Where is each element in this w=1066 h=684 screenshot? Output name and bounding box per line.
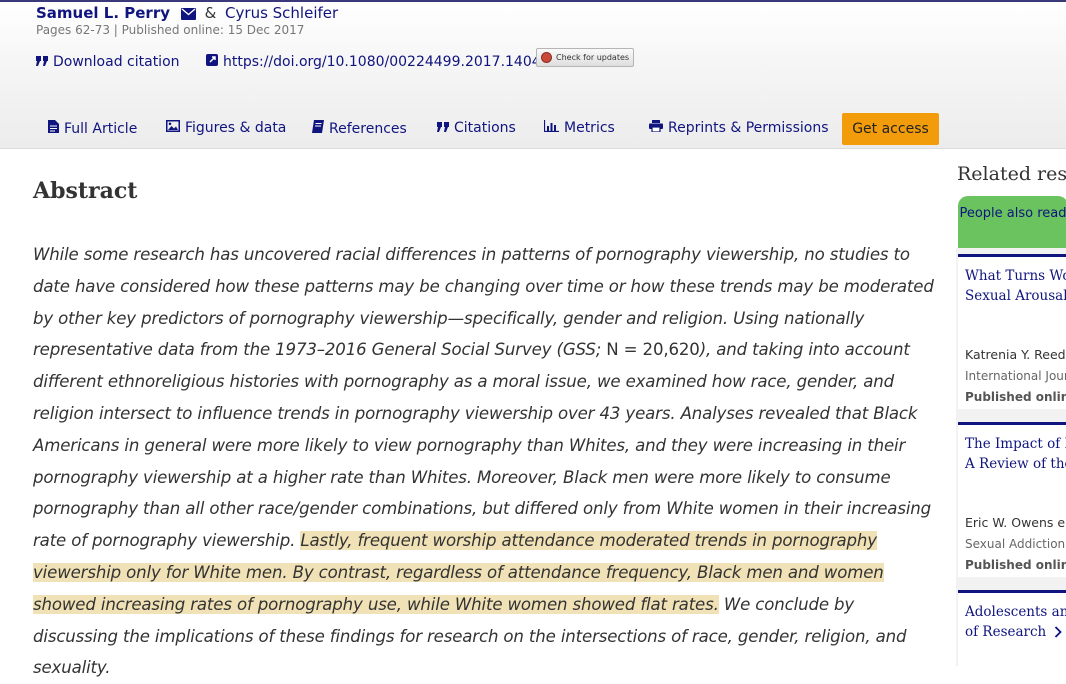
- tab-full-article[interactable]: Full Article: [48, 120, 137, 137]
- tab-references[interactable]: References: [312, 120, 407, 137]
- abstract-body: While some research has uncovered racial…: [33, 239, 937, 684]
- related-research-sidebar: Related rese People also read What Turns…: [956, 149, 1066, 666]
- tab-reprints-label: Reprints & Permissions: [668, 120, 829, 136]
- chevron-right-icon[interactable]: [1054, 624, 1063, 644]
- article-header: Samuel L. Perry & Cyrus Schleifer Pages …: [0, 2, 1066, 149]
- related-item-title-line2[interactable]: of Research: [965, 622, 1063, 644]
- check-for-updates-label: Check for updates: [556, 53, 630, 62]
- tab-figures-label: Figures & data: [185, 120, 287, 136]
- get-access-button[interactable]: Get access: [842, 113, 939, 145]
- abstract-heading: Abstract: [33, 178, 138, 204]
- author-link-perry[interactable]: Samuel L. Perry: [36, 4, 170, 22]
- document-icon: [48, 120, 59, 137]
- tab-full-article-label: Full Article: [64, 120, 138, 137]
- download-citation-label: Download citation: [53, 54, 180, 70]
- tab-people-also-read[interactable]: People also read: [958, 196, 1066, 248]
- author-link-schleifer[interactable]: Cyrus Schleifer: [225, 4, 338, 22]
- related-item[interactable]: What Turns Wor Sexual Arousal Katrenia Y…: [958, 254, 1066, 409]
- image-icon: [166, 120, 180, 136]
- external-link-icon: [205, 54, 218, 70]
- related-item[interactable]: The Impact of Ir A Review of the I Eric …: [958, 422, 1066, 577]
- doi-link[interactable]: https://doi.org/10.1080/00224499.2017.14…: [205, 54, 568, 70]
- tab-metrics-label: Metrics: [564, 120, 615, 136]
- related-item-author: Eric W. Owens e: [965, 515, 1066, 530]
- abstract-text-part2: ), and taking into account different eth…: [33, 340, 932, 551]
- related-item[interactable]: Adolescents and of Research: [958, 590, 1066, 666]
- tab-reprints-permissions[interactable]: Reprints & Permissions: [649, 120, 829, 136]
- publication-info: Pages 62-73 | Published online: 15 Dec 2…: [36, 23, 305, 37]
- tab-metrics[interactable]: Metrics: [543, 120, 615, 136]
- author-separator: &: [204, 4, 217, 22]
- related-item-journal: International Jour: [965, 369, 1066, 383]
- related-item-title-line2-text: of Research: [965, 624, 1047, 640]
- tab-references-label: References: [329, 120, 407, 137]
- related-item-title-line1[interactable]: Adolescents and: [965, 602, 1066, 622]
- quote-icon: [36, 54, 48, 70]
- download-citation-link[interactable]: Download citation: [36, 54, 180, 70]
- author-line: Samuel L. Perry & Cyrus Schleifer: [36, 4, 338, 24]
- related-research-title: Related rese: [957, 163, 1066, 185]
- check-for-updates-button[interactable]: Check for updates: [536, 48, 634, 67]
- doi-label: https://doi.org/10.1080/00224499.2017.14…: [222, 54, 568, 70]
- related-list: What Turns Wor Sexual Arousal Katrenia Y…: [956, 248, 1066, 666]
- bar-chart-icon: [543, 120, 559, 136]
- quote-icon: [437, 120, 449, 136]
- related-item-title-line1[interactable]: The Impact of Ir: [965, 434, 1066, 454]
- related-item-title-line2[interactable]: A Review of the I: [965, 454, 1066, 474]
- tab-figures-data[interactable]: Figures & data: [166, 120, 286, 136]
- related-item-published: Published online: [965, 390, 1066, 404]
- related-item-author: Katrenia Y. Reed: [965, 347, 1066, 362]
- abstract-sample-size: N = 20,620: [606, 340, 700, 360]
- tab-citations[interactable]: Citations: [437, 120, 516, 136]
- citation-link-row: Download citation https://doi.org/10.108…: [36, 54, 567, 70]
- crossmark-icon: [541, 52, 552, 63]
- book-icon: [312, 120, 324, 137]
- envelope-icon[interactable]: [180, 6, 196, 24]
- tab-citations-label: Citations: [454, 120, 516, 136]
- related-item-title-line1[interactable]: What Turns Wor: [965, 266, 1066, 286]
- printer-icon: [649, 120, 663, 136]
- related-item-published: Published online: [965, 558, 1066, 572]
- related-item-journal: Sexual Addiction &: [965, 537, 1066, 551]
- related-item-title-line2[interactable]: Sexual Arousal: [965, 286, 1066, 306]
